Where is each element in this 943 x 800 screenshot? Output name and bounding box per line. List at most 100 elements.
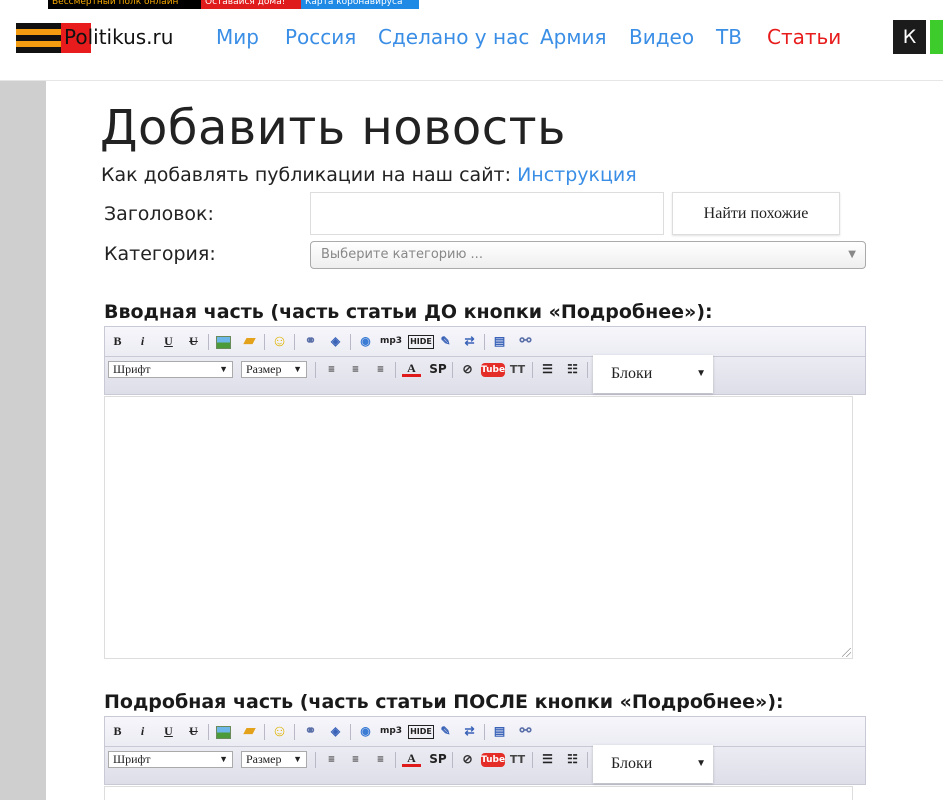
instruction-link[interactable]: Инструкция [517, 164, 637, 186]
size-select-value: Размер [246, 752, 282, 766]
quote-icon[interactable]: ✎ [436, 722, 455, 741]
image-icon[interactable] [216, 336, 231, 349]
link-icon[interactable]: ⚭ [301, 722, 320, 741]
toolbar-separator [587, 362, 588, 378]
toolbar-separator [395, 362, 396, 378]
full-text-area[interactable] [104, 786, 853, 800]
promo-immortal-regiment[interactable]: Бессмертный полк онлайн [48, 0, 201, 9]
italic-button[interactable]: i [133, 332, 152, 351]
quote-icon[interactable]: ✎ [436, 332, 455, 351]
align-left-icon[interactable]: ≡ [322, 750, 341, 769]
align-center-icon[interactable]: ≡ [346, 360, 365, 379]
mp3-button[interactable]: mp3 [378, 332, 404, 351]
align-left-icon[interactable]: ≡ [322, 360, 341, 379]
smile-icon[interactable]: ☺ [270, 722, 289, 741]
full-section-title: Подробная часть (часть статьи ПОСЛЕ кноп… [104, 691, 784, 713]
promo-stay-home[interactable]: Оставайся дома! [201, 0, 301, 9]
nav-item-articles[interactable]: Статьи [767, 25, 841, 49]
nav-item-made-here[interactable]: Сделано у нас [378, 25, 529, 49]
toolbar-separator [294, 724, 295, 740]
toolbar-separator [452, 362, 453, 378]
full-editor-toolbar: B i U U ▰ ☺ ⚭ ◈ ◉ mp3 HIDE ✎ ⇄ ▤ ⚯ Шрифт… [104, 716, 866, 785]
promo-corona-map[interactable]: Карта коронавируса [301, 0, 419, 9]
numbered-list-icon[interactable]: ☷ [563, 750, 582, 769]
leech-icon[interactable]: ◈ [326, 722, 345, 741]
folder-icon[interactable]: ▰ [240, 332, 259, 351]
page-break-icon[interactable]: ▤ [490, 332, 509, 351]
title-label: Заголовок: [104, 203, 214, 225]
url-link-icon[interactable]: ⚯ [516, 332, 535, 351]
spoiler-button[interactable]: SP [426, 360, 450, 379]
mp3-button[interactable]: mp3 [378, 722, 404, 741]
nav-item-world[interactable]: Мир [216, 25, 259, 49]
font-select-value: Шрифт [113, 362, 151, 376]
flash-icon[interactable]: ⊘ [458, 750, 477, 769]
link-icon[interactable]: ⚭ [301, 332, 320, 351]
size-select[interactable]: Размер ▼ [241, 361, 307, 378]
font-select[interactable]: Шрифт ▼ [108, 361, 233, 378]
youtube-button[interactable]: Tube [481, 363, 505, 377]
header-green-button[interactable] [930, 20, 943, 54]
page-title: Добавить новость [100, 100, 566, 156]
numbered-list-icon[interactable]: ☷ [563, 360, 582, 379]
url-link-icon[interactable]: ⚯ [516, 722, 535, 741]
text-color-icon[interactable]: A [402, 360, 421, 377]
nav-item-video[interactable]: Видео [629, 25, 694, 49]
typograph-button[interactable]: TT [508, 750, 527, 769]
resize-handle-icon[interactable] [842, 648, 851, 657]
toolbar-row-1: B i U U ▰ ☺ ⚭ ◈ ◉ mp3 HIDE ✎ ⇄ ▤ ⚯ [105, 719, 865, 746]
code-icon[interactable]: ⇄ [460, 722, 479, 741]
align-right-icon[interactable]: ≡ [371, 360, 390, 379]
toolbar-separator [532, 362, 533, 378]
align-center-icon[interactable]: ≡ [346, 750, 365, 769]
toolbar-separator [350, 334, 351, 350]
smile-icon[interactable]: ☺ [270, 332, 289, 351]
media-icon[interactable]: ◉ [356, 722, 375, 741]
hide-button[interactable]: HIDE [408, 335, 434, 349]
leech-icon[interactable]: ◈ [326, 332, 345, 351]
nav-item-russia[interactable]: Россия [285, 25, 356, 49]
nav-item-army[interactable]: Армия [540, 25, 607, 49]
intro-text-area[interactable] [104, 396, 853, 659]
align-right-icon[interactable]: ≡ [371, 750, 390, 769]
font-select[interactable]: Шрифт ▼ [108, 751, 233, 768]
toolbar-separator [315, 362, 316, 378]
folder-icon[interactable]: ▰ [240, 722, 259, 741]
flash-icon[interactable]: ⊘ [458, 360, 477, 379]
bold-button[interactable]: B [108, 332, 127, 351]
toolbar-separator [264, 334, 265, 350]
blocks-select[interactable]: Блоки ▼ [593, 355, 713, 393]
youtube-button[interactable]: Tube [481, 753, 505, 767]
toolbar-separator [350, 724, 351, 740]
strike-button[interactable]: U [184, 332, 203, 351]
code-icon[interactable]: ⇄ [460, 332, 479, 351]
header-k-button[interactable]: К [893, 20, 926, 54]
italic-button[interactable]: i [133, 722, 152, 741]
find-similar-button[interactable]: Найти похожие [672, 192, 840, 235]
toolbar-separator [532, 752, 533, 768]
underline-button[interactable]: U [159, 332, 178, 351]
toolbar-separator [264, 724, 265, 740]
bullet-list-icon[interactable]: ☰ [538, 750, 557, 769]
text-color-icon[interactable]: A [402, 750, 421, 767]
blocks-select-value: Блоки [611, 365, 653, 382]
category-select[interactable]: Выберите категорию ... ▼ [310, 241, 866, 269]
spoiler-button[interactable]: SP [426, 750, 450, 769]
strike-button[interactable]: U [184, 722, 203, 741]
intro-section-title: Вводная часть (часть статьи ДО кнопки «П… [104, 301, 713, 323]
blocks-select[interactable]: Блоки ▼ [593, 745, 713, 783]
nav-item-tv[interactable]: ТВ [716, 25, 742, 49]
hide-button[interactable]: HIDE [408, 725, 434, 739]
title-input[interactable] [310, 192, 664, 235]
font-select-value: Шрифт [113, 752, 151, 766]
page-break-icon[interactable]: ▤ [490, 722, 509, 741]
bold-button[interactable]: B [108, 722, 127, 741]
underline-button[interactable]: U [159, 722, 178, 741]
image-icon[interactable] [216, 726, 231, 739]
size-select[interactable]: Размер ▼ [241, 751, 307, 768]
bullet-list-icon[interactable]: ☰ [538, 360, 557, 379]
media-icon[interactable]: ◉ [356, 332, 375, 351]
site-logo-text[interactable]: Politikus.ru [64, 25, 173, 49]
typograph-button[interactable]: TT [508, 360, 527, 379]
left-side-panel [0, 81, 46, 800]
